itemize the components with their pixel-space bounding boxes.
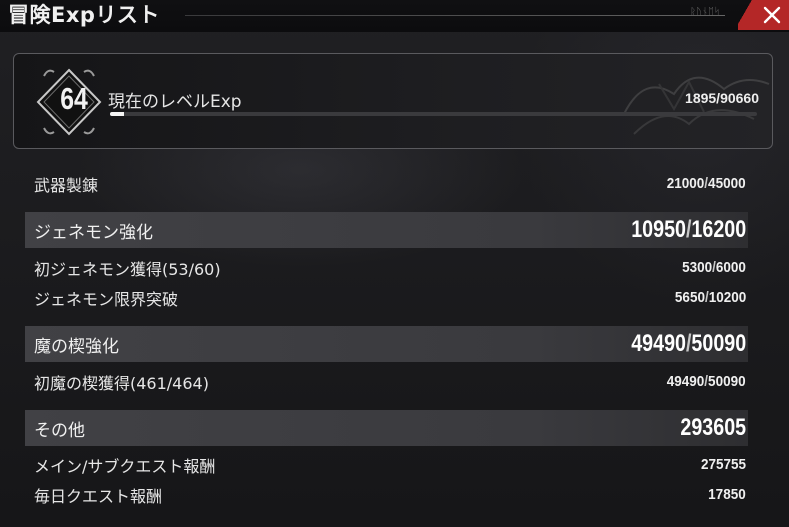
row-value: 49490/50090 <box>667 373 746 390</box>
row-max-value: 45000 <box>708 175 746 192</box>
row-value: 293605 <box>680 414 746 442</box>
row-label: ジェネモン強化 <box>34 223 153 243</box>
level-label: 現在のレベルExp <box>108 92 242 112</box>
exp-item-row: 武器製錬 21000/45000 <box>25 169 748 199</box>
exp-item-row: ジェネモン限界突破 5650/10200 <box>25 283 748 313</box>
exp-item-row: メイン/サブクエスト報酬 275755 <box>25 450 748 480</box>
row-max-value: 16200 <box>691 216 746 243</box>
category-header-row: その他 293605 <box>25 410 748 446</box>
row-label: 毎日クエスト報酬 <box>34 487 163 506</box>
row-label: その他 <box>34 421 85 441</box>
level-progress-fill <box>110 112 124 116</box>
exp-item-row: 毎日クエスト報酬 17850 <box>25 480 748 510</box>
title-divider <box>185 15 725 16</box>
row-label: 初ジェネモン獲得(53/60) <box>34 260 221 279</box>
row-value: 10950/16200 <box>631 216 746 244</box>
window-title: 冒険Expリスト <box>8 3 160 27</box>
row-label: 魔の楔強化 <box>34 337 119 357</box>
close-button[interactable] <box>738 0 789 30</box>
row-current-value: 49490 <box>667 373 705 390</box>
row-current-value: 21000 <box>667 175 705 192</box>
row-max-value: 10200 <box>708 289 746 306</box>
row-label: 武器製錬 <box>34 176 99 195</box>
row-max-value: 50090 <box>708 373 746 390</box>
level-exp-value: 1895/90660 <box>685 90 759 106</box>
category-header-row: ジェネモン強化 10950/16200 <box>25 212 748 248</box>
row-value: 49490/50090 <box>631 330 746 358</box>
row-current-value: 17850 <box>708 486 746 503</box>
row-value: 17850 <box>708 486 746 503</box>
current-level-card: 64 現在のレベルExp 1895/90660 <box>13 53 773 149</box>
row-label: ジェネモン限界突破 <box>34 290 179 309</box>
row-value: 275755 <box>701 456 746 473</box>
row-label: メイン/サブクエスト報酬 <box>34 457 216 476</box>
row-max-value: 50090 <box>691 330 746 357</box>
row-label: 初魔の楔獲得(461/464) <box>34 374 209 393</box>
category-header-row: 魔の楔強化 49490/50090 <box>25 326 748 362</box>
row-current-value: 5300 <box>682 259 713 276</box>
row-current-value: 49490 <box>631 330 686 357</box>
level-number: 64 <box>60 81 88 116</box>
exp-item-row: 初ジェネモン獲得(53/60) 5300/6000 <box>25 253 748 283</box>
row-current-value: 10950 <box>631 216 686 243</box>
close-icon <box>763 6 781 24</box>
row-value: 5650/10200 <box>675 289 746 306</box>
row-current-value: 5650 <box>674 289 705 306</box>
row-value: 21000/45000 <box>667 175 746 192</box>
row-current-value: 293605 <box>680 414 746 441</box>
row-value: 5300/6000 <box>682 259 746 276</box>
exp-item-row: 初魔の楔獲得(461/464) 49490/50090 <box>25 367 748 397</box>
row-current-value: 275755 <box>700 456 746 473</box>
title-decoration: ᚱᚢᚾᛖᛋ <box>690 7 720 18</box>
level-progress-bar <box>110 112 757 116</box>
row-max-value: 6000 <box>715 259 746 276</box>
title-bar: 冒険Expリスト ᚱᚢᚾᛖᛋ <box>0 0 789 32</box>
